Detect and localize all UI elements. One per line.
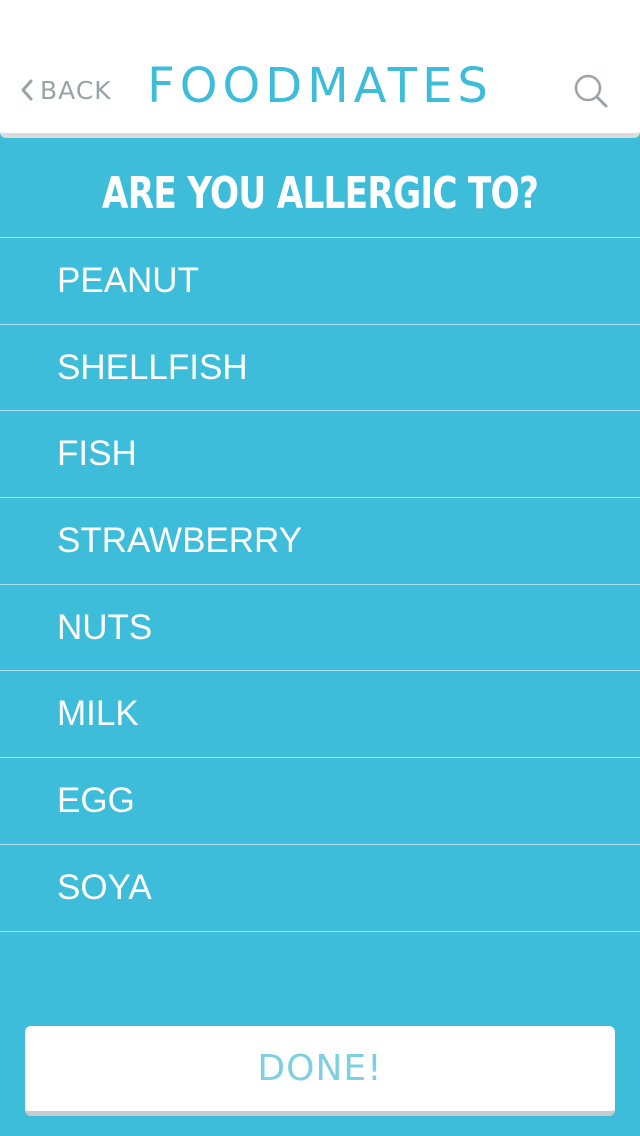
allergy-screen: BACK FOODMATES ARE YOU ALLERGIC TO? PEAN… xyxy=(0,0,640,1136)
done-label: DONE! xyxy=(257,1048,383,1089)
allergen-list: PEANUT SHELLFISH FISH STRAWBERRY NUTS MI… xyxy=(0,237,640,932)
list-item-egg[interactable]: EGG xyxy=(0,758,640,845)
question-heading: ARE YOU ALLERGIC TO? xyxy=(101,167,539,219)
list-item-milk[interactable]: MILK xyxy=(0,671,640,759)
list-item-shellfish[interactable]: SHELLFISH xyxy=(0,325,640,412)
list-item-label: SHELLFISH xyxy=(57,347,248,387)
app-title: FOODMATES xyxy=(147,58,493,114)
list-item-label: EGG xyxy=(57,780,135,820)
list-item-label: NUTS xyxy=(57,607,153,647)
list-item-label: FISH xyxy=(57,434,137,474)
list-item-label: PEANUT xyxy=(57,260,199,300)
list-item-peanut[interactable]: PEANUT xyxy=(0,238,640,325)
header-bar: BACK FOODMATES xyxy=(0,0,640,138)
list-item-label: STRAWBERRY xyxy=(57,520,303,560)
done-button[interactable]: DONE! xyxy=(25,1026,615,1116)
list-item-nuts[interactable]: NUTS xyxy=(0,585,640,672)
search-icon[interactable] xyxy=(572,72,610,110)
list-item-fish[interactable]: FISH xyxy=(0,411,640,499)
list-item-strawberry[interactable]: STRAWBERRY xyxy=(0,498,640,585)
list-item-soya[interactable]: SOYA xyxy=(0,845,640,932)
list-item-label: SOYA xyxy=(57,867,152,907)
list-item-label: MILK xyxy=(57,694,139,734)
